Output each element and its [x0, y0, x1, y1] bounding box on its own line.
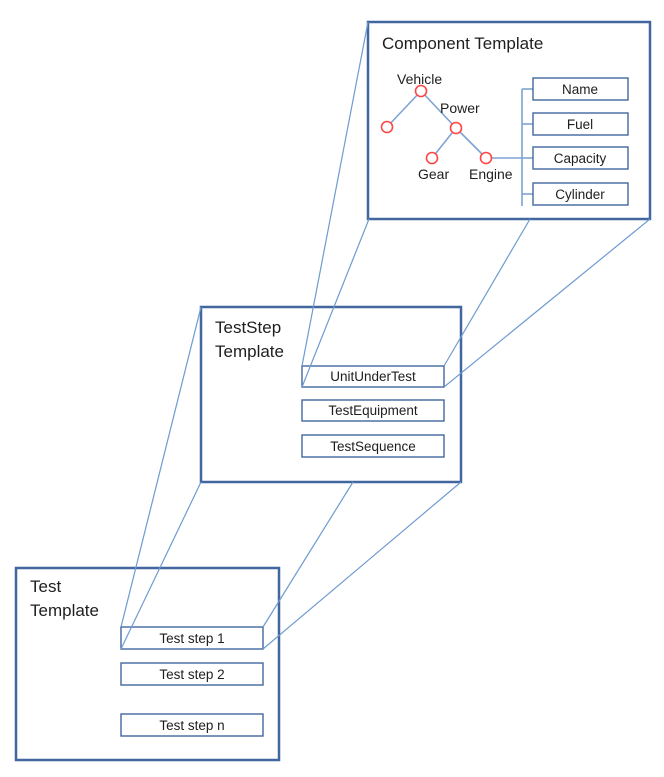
- component-template-title: Component Template: [382, 34, 543, 53]
- test-template-title-1: Test: [30, 577, 61, 596]
- attribute-name-label: Name: [562, 82, 598, 97]
- attribute-cylinder-box[interactable]: Cylinder: [532, 182, 629, 206]
- teststep-template-title-1: TestStep: [215, 318, 281, 337]
- test-equipment-box[interactable]: TestEquipment: [301, 399, 445, 422]
- teststep-template-title-2: Template: [215, 342, 284, 361]
- projection-line: [262, 481, 462, 650]
- node-label-gear: Gear: [418, 166, 449, 182]
- projection-line: [443, 218, 651, 388]
- test-sequence-box[interactable]: TestSequence: [301, 434, 445, 458]
- unit-under-test-label: UnitUnderTest: [330, 369, 416, 384]
- projection-line: [262, 481, 354, 628]
- attribute-capacity-box[interactable]: Capacity: [532, 146, 629, 170]
- test-step-n-box[interactable]: Test step n: [120, 713, 264, 737]
- test-step-2-box[interactable]: Test step 2: [120, 662, 264, 686]
- test-template-title-2: Template: [30, 601, 99, 620]
- test-step-n-label: Test step n: [159, 718, 224, 733]
- projection-line: [443, 218, 531, 367]
- tree-node-engine[interactable]: [479, 151, 493, 165]
- attribute-name-box[interactable]: Name: [532, 77, 629, 101]
- attribute-cylinder-label: Cylinder: [555, 187, 605, 202]
- test-step-1-label: Test step 1: [159, 631, 224, 646]
- tree-node-power[interactable]: [449, 121, 463, 135]
- unit-under-test-box[interactable]: UnitUnderTest: [301, 365, 445, 388]
- test-step-1-box[interactable]: Test step 1: [120, 626, 264, 650]
- attribute-fuel-box[interactable]: Fuel: [532, 112, 629, 136]
- tree-node-gear[interactable]: [425, 151, 439, 165]
- test-equipment-label: TestEquipment: [328, 403, 418, 418]
- test-step-2-label: Test step 2: [159, 667, 224, 682]
- node-label-engine: Engine: [469, 166, 513, 182]
- attribute-fuel-label: Fuel: [567, 117, 593, 132]
- attribute-capacity-label: Capacity: [554, 151, 607, 166]
- node-label-power: Power: [440, 100, 480, 116]
- node-label-vehicle: Vehicle: [397, 71, 442, 87]
- template-hierarchy-diagram: Test Template Test step 1 Test step 2 Te…: [14, 20, 652, 762]
- tree-node-unnamed[interactable]: [380, 120, 394, 134]
- test-sequence-label: TestSequence: [330, 439, 416, 454]
- tree-node-vehicle[interactable]: [414, 84, 428, 98]
